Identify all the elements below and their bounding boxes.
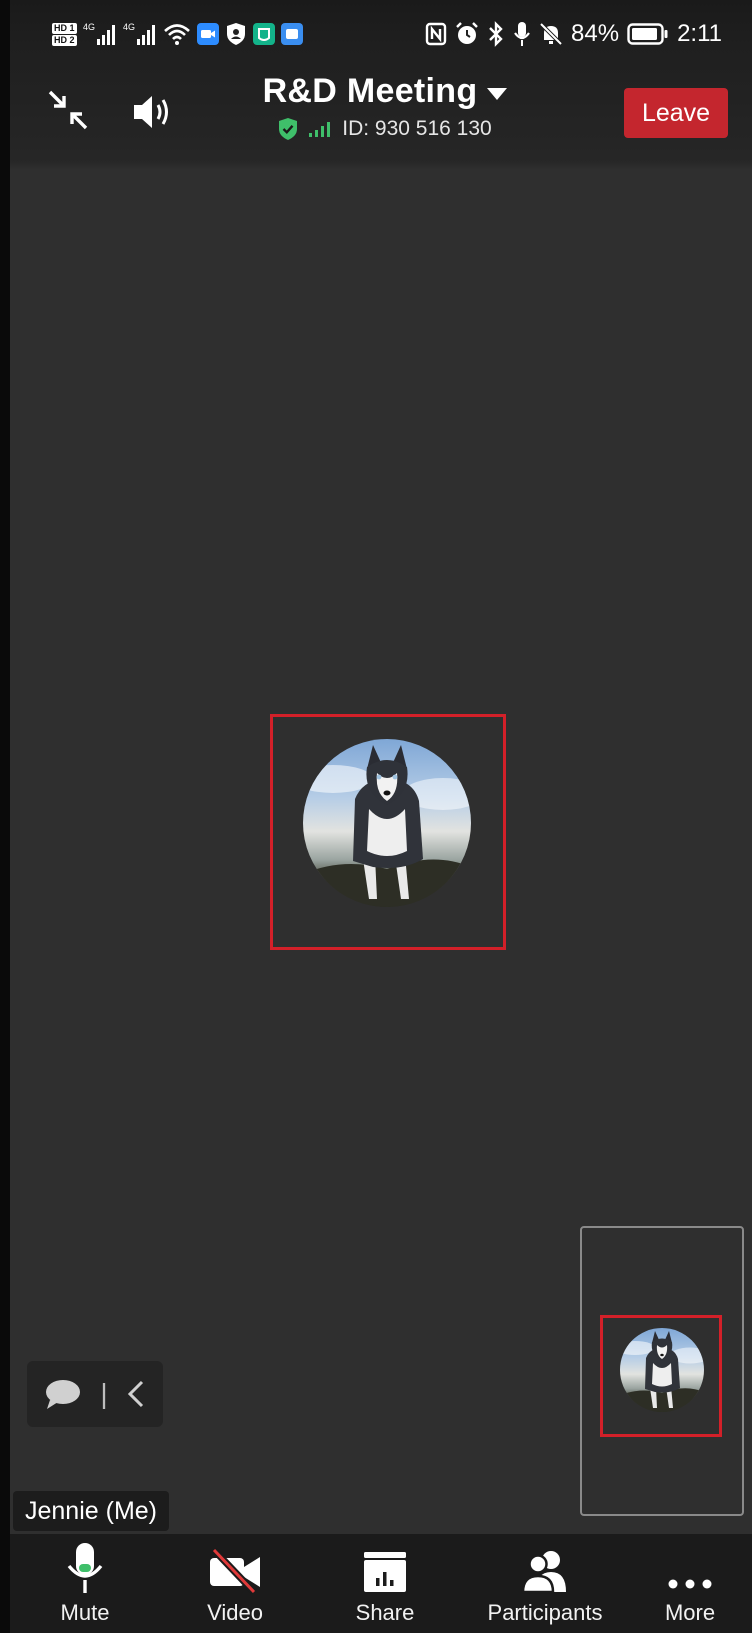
participants-label: Participants (487, 1600, 603, 1625)
meeting-toolbar: Mute Video Share Participants More (10, 1534, 752, 1633)
husky-dog-thumbnail-image (620, 1331, 704, 1412)
more-button[interactable]: More (635, 1534, 745, 1633)
chat-toggle[interactable]: | (27, 1361, 163, 1427)
participants-button[interactable]: Participants (475, 1534, 615, 1633)
app-notification-icon (252, 23, 275, 45)
wifi-icon (163, 24, 190, 45)
share-button[interactable]: Share (325, 1534, 445, 1633)
encryption-shield-icon[interactable] (278, 117, 298, 141)
caret-down-icon[interactable] (487, 87, 508, 100)
meeting-id: ID: 930 516 130 (342, 117, 492, 140)
participants-icon (521, 1551, 566, 1594)
hd-indicator: HD 1 HD 2 (52, 22, 77, 47)
video-label: Video (207, 1600, 263, 1625)
speaker-icon[interactable] (132, 92, 176, 132)
meeting-info[interactable]: R&D Meeting ID: 930 516 130 (240, 72, 530, 141)
video-icon-wrap (175, 1534, 295, 1594)
cell-signal-1-icon: 4G (83, 22, 115, 45)
share-icon-wrap (325, 1534, 445, 1594)
silent-bell-icon (539, 22, 563, 46)
network-1-label: 4G (83, 22, 95, 32)
husky-dog-image (303, 745, 471, 907)
status-bar-right: 84% 2:11 (425, 12, 722, 56)
microphone-icon (67, 1543, 103, 1593)
alarm-icon (456, 22, 478, 44)
connection-signal-icon[interactable] (308, 120, 332, 138)
more-dots-icon (668, 1579, 712, 1589)
network-2-label: 4G (123, 22, 135, 32)
hd-2-label: HD 2 (52, 34, 77, 46)
zoom-app-icon (196, 23, 219, 45)
meeting-title-row[interactable]: R&D Meeting (240, 72, 530, 111)
mute-button[interactable]: Mute (25, 1534, 145, 1633)
self-view-avatar[interactable] (620, 1328, 704, 1412)
more-icon-wrap (635, 1534, 745, 1594)
chat-bubble-icon[interactable] (44, 1378, 82, 1410)
battery-percent: 84% (571, 20, 620, 47)
meeting-screen: HD 1 HD 2 4G 4G 84% 2:11 R&D Meeting ID:… (10, 0, 752, 1633)
participants-icon-wrap (475, 1534, 615, 1594)
status-bar-left: HD 1 HD 2 4G 4G (52, 12, 303, 56)
leave-button[interactable]: Leave (624, 88, 728, 138)
chat-separator: | (100, 1378, 108, 1409)
more-label: More (664, 1600, 716, 1625)
chevron-left-icon[interactable] (126, 1379, 146, 1409)
share-screen-icon (364, 1552, 406, 1592)
cell-signal-2-icon: 4G (123, 22, 155, 45)
active-speaker-avatar[interactable] (303, 739, 471, 907)
meeting-title[interactable]: R&D Meeting (263, 72, 478, 110)
mute-label: Mute (60, 1600, 110, 1625)
meeting-subtitle: ID: 930 516 130 (240, 117, 530, 141)
video-button[interactable]: Video (175, 1534, 295, 1633)
minimize-meeting-icon[interactable] (46, 88, 90, 132)
self-name-tag: Jennie (Me) (13, 1491, 169, 1531)
mute-icon-wrap (25, 1534, 145, 1594)
hd-1-label: HD 1 (52, 22, 77, 34)
battery-icon (627, 23, 668, 45)
clock-time: 2:11 (677, 20, 722, 47)
video-off-icon (210, 1548, 260, 1594)
message-app-icon (280, 23, 303, 45)
microphone-status-icon (514, 22, 530, 46)
privacy-shield-icon (226, 23, 245, 45)
bluetooth-icon (489, 21, 503, 47)
share-label: Share (355, 1600, 415, 1625)
nfc-icon (425, 22, 447, 46)
